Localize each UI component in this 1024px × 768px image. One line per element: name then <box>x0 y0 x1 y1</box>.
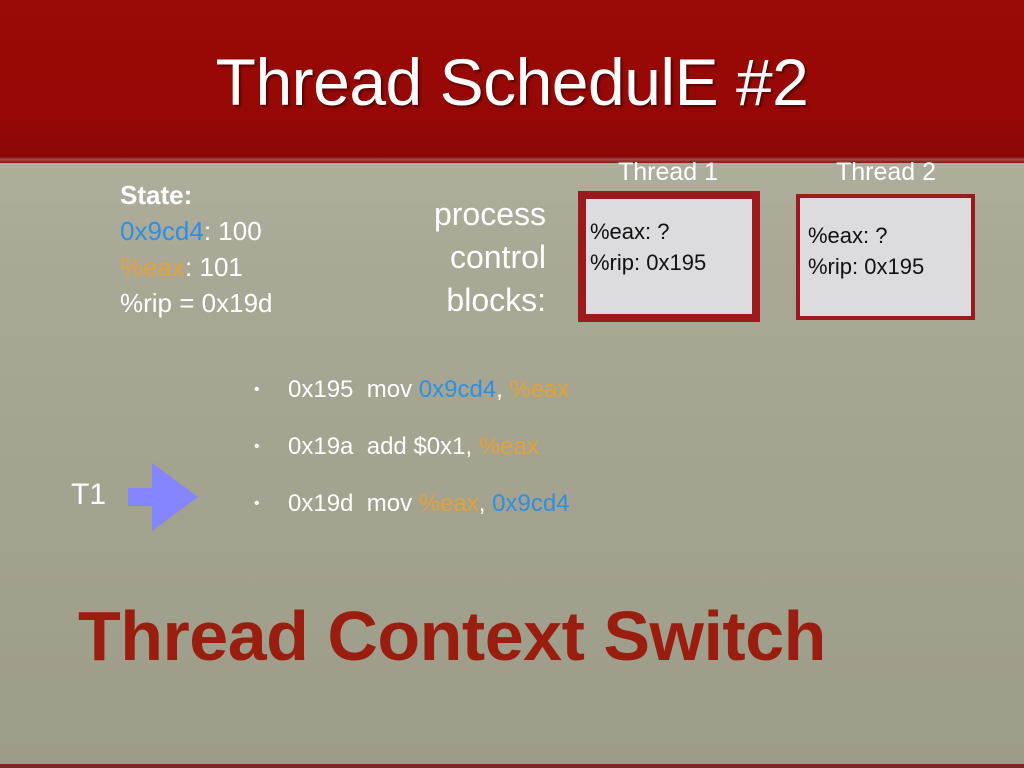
right-arrow-icon <box>128 463 198 531</box>
instruction-address: 0x195 <box>288 376 354 403</box>
thread-2-label: Thread 2 <box>835 158 937 186</box>
pcb-eax: %eax: ? <box>590 219 670 244</box>
instruction-arg: 0x9cd4 <box>418 376 497 403</box>
state-rip-line: %rip = 0x19d <box>120 288 273 318</box>
instruction-arg: %eax <box>418 490 479 517</box>
footer-divider <box>0 764 1024 768</box>
instruction-address: 0x19a <box>288 433 354 460</box>
state-panel: State: 0x9cd4: 100 %eax: 101 %rip = 0x19… <box>120 177 272 321</box>
memory-value: : 100 <box>203 216 262 246</box>
instruction-arg: 0x9cd4 <box>492 490 570 517</box>
title-banner: Thread SchedulE #2 <box>0 0 1024 157</box>
instruction-op: mov <box>366 376 413 403</box>
instruction-line: • 0x19a add $0x1, %eax <box>250 423 570 480</box>
thread-1-pcb: %eax: ? %rip: 0x195 <box>578 191 760 322</box>
instruction-op: add <box>366 433 407 460</box>
pcb-label-line: process <box>433 196 546 232</box>
bullet-icon: • <box>254 438 260 455</box>
instruction-line: • 0x195 mov 0x9cd4, %eax <box>250 366 570 423</box>
instruction-line: • 0x19d mov %eax, 0x9cd4 <box>250 480 570 537</box>
instruction-address: 0x19d <box>288 490 354 517</box>
pcb-label-line: blocks: <box>446 282 546 318</box>
thread-1-label: Thread 1 <box>617 158 719 186</box>
instruction-arg: %eax <box>509 376 570 403</box>
instruction-arg: %eax <box>478 433 539 460</box>
context-switch-heading: Thread Context Switch <box>78 597 826 675</box>
register-name: %eax <box>120 252 186 282</box>
arg-separator: , <box>496 376 510 403</box>
pcb-label-line: control <box>449 239 546 275</box>
arg-separator: , <box>465 433 479 460</box>
instruction-op: mov <box>366 490 413 517</box>
pcb-rip: %rip: 0x195 <box>808 254 925 279</box>
arg-separator: , <box>478 490 493 517</box>
bullet-icon: • <box>254 495 260 512</box>
state-label: State: <box>120 180 193 210</box>
register-value: : 101 <box>185 252 243 282</box>
pcb-label: process control blocks: <box>400 193 546 322</box>
thread-pointer-label: T1 <box>71 478 107 511</box>
slide-title: Thread SchedulE #2 <box>215 45 809 119</box>
thread-2-pcb: %eax: ? %rip: 0x195 <box>796 194 975 320</box>
memory-address: 0x9cd4 <box>120 216 204 246</box>
bullet-icon: • <box>254 381 260 398</box>
instruction-list: • 0x195 mov 0x9cd4, %eax • 0x19a add $0x1,… <box>250 366 570 537</box>
pcb-rip: %rip: 0x195 <box>590 250 707 275</box>
pcb-eax: %eax: ? <box>808 223 888 248</box>
state-register-line: %eax: 101 <box>120 249 272 285</box>
instruction-arg: $0x1 <box>413 433 466 460</box>
state-memory-line: 0x9cd4: 100 <box>120 213 272 249</box>
